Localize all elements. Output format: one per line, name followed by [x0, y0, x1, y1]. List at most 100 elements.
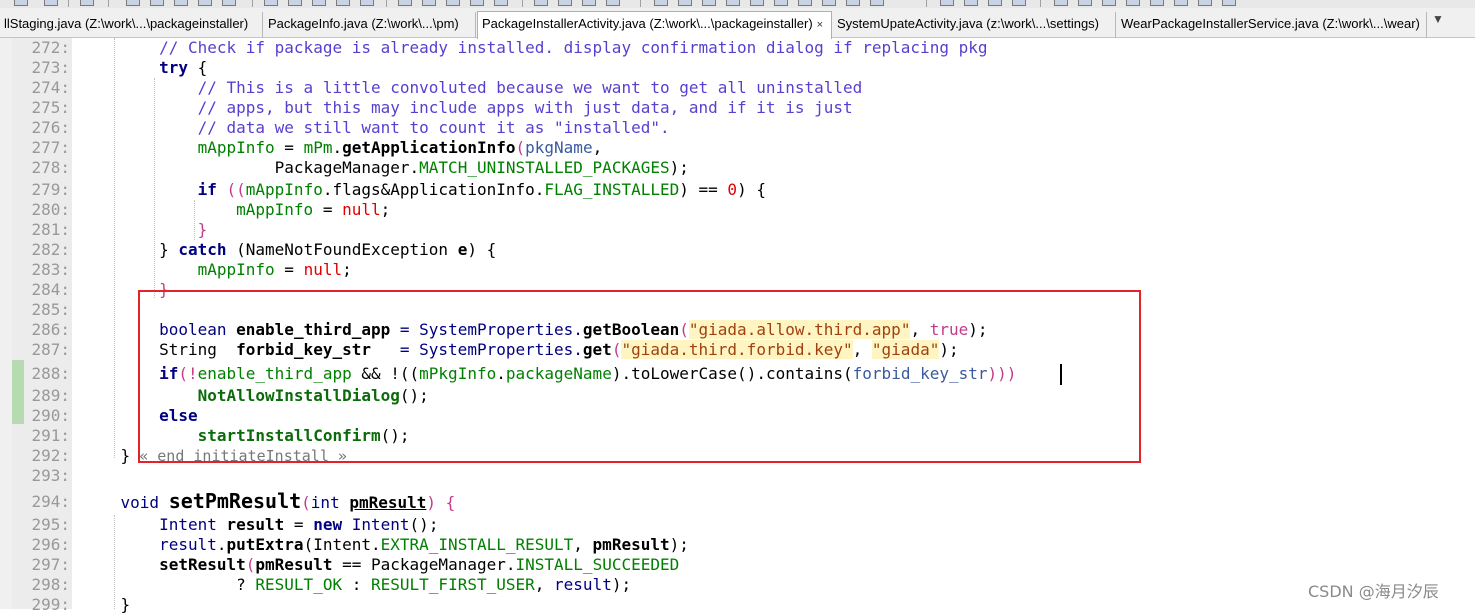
toolbar-icon[interactable] [870, 0, 884, 6]
toolbar-icon[interactable] [678, 0, 692, 6]
toolbar-icon[interactable] [1126, 0, 1140, 6]
toolbar-icon[interactable] [702, 0, 716, 6]
toolbar-icon[interactable] [654, 0, 668, 6]
toolbar-icon[interactable] [470, 0, 484, 6]
toolbar-icon[interactable] [422, 0, 436, 6]
toolbar-icon[interactable] [1198, 0, 1212, 6]
code-line: // Check if package is already installed… [82, 38, 987, 58]
toolbar-separator [68, 0, 69, 7]
line-number: 282: [31, 240, 70, 259]
code-line: void setPmResult(int pmResult) { [82, 488, 456, 516]
toolbar-icon[interactable] [312, 0, 326, 6]
code-text: (Intent. [303, 535, 381, 554]
tab-wearpackageinstallerservice[interactable]: WearPackageInstallerService.java (Z:\wor… [1117, 12, 1427, 38]
toolbar-icon[interactable] [1078, 0, 1092, 6]
toolbar-icon[interactable] [80, 0, 94, 6]
toolbar-icon[interactable] [606, 0, 620, 6]
code-text: ); [611, 575, 632, 594]
toolbar-icon[interactable] [288, 0, 302, 6]
toolbar-icon[interactable] [846, 0, 860, 6]
line-number: 293: [31, 466, 70, 485]
toolbar [0, 0, 1475, 8]
code-number: 0 [727, 180, 738, 199]
tab-packageinfo[interactable]: PackageInfo.java (Z:\work\...\pm) [264, 12, 476, 38]
toolbar-icon[interactable] [150, 0, 164, 6]
toolbar-icon[interactable] [336, 0, 350, 6]
toolbar-icon[interactable] [174, 0, 188, 6]
toolbar-icon[interactable] [774, 0, 788, 6]
toolbar-separator [1040, 0, 1041, 7]
toolbar-icon[interactable] [750, 0, 764, 6]
toolbar-icon[interactable] [1102, 0, 1116, 6]
tab-label: PackageInstallerActivity.java (Z:\work\.… [482, 16, 813, 31]
code-text: PackageManager. [274, 158, 420, 177]
toolbar-icon[interactable] [1150, 0, 1164, 6]
toolbar-icon[interactable] [1054, 0, 1068, 6]
toolbar-icon[interactable] [534, 0, 548, 6]
code-line: } catch (NameNotFoundException e) { [82, 240, 496, 260]
code-comment: // This is a little convoluted because w… [197, 78, 863, 97]
code-field: EXTRA_INSTALL_RESULT [380, 535, 574, 554]
toolbar-icon[interactable] [398, 0, 412, 6]
code-text: ) { [467, 240, 497, 259]
code-field: mAppInfo [245, 180, 323, 199]
toolbar-separator [926, 0, 927, 7]
toolbar-icon[interactable] [1174, 0, 1188, 6]
toolbar-icon[interactable] [44, 0, 58, 6]
code-text: , [592, 138, 603, 157]
code-brace: } [120, 446, 131, 465]
toolbar-icon[interactable] [446, 0, 460, 6]
toolbar-icon[interactable] [360, 0, 374, 6]
toolbar-icon[interactable] [1222, 0, 1236, 6]
code-keyword: new [313, 515, 343, 534]
tab-label: llStaging.java (Z:\work\...\packageinsta… [4, 16, 249, 31]
code-paren: (( [216, 180, 246, 199]
toolbar-icon[interactable] [558, 0, 572, 6]
code-line: if ((mAppInfo.flags&ApplicationInfo.FLAG… [82, 180, 766, 200]
code-method: getApplicationInfo [342, 138, 516, 157]
toolbar-icon[interactable] [198, 0, 212, 6]
code-text: . [332, 138, 343, 157]
code-variable: result [159, 535, 217, 554]
line-number: 278: [31, 158, 70, 177]
code-line: Intent result = new Intent(); [82, 515, 438, 535]
toolbar-icon[interactable] [798, 0, 812, 6]
toolbar-icon[interactable] [264, 0, 278, 6]
toolbar-icon[interactable] [582, 0, 596, 6]
tab-systemupateactivity[interactable]: SystemUpateActivity.java (z:\work\...\se… [833, 12, 1116, 38]
line-number: 277: [31, 138, 70, 157]
code-line: // apps, but this may include apps with … [82, 98, 853, 118]
toolbar-icon[interactable] [222, 0, 236, 6]
toolbar-icon[interactable] [964, 0, 978, 6]
close-icon[interactable]: × [817, 19, 823, 31]
line-number: 272: [31, 38, 70, 57]
toolbar-icon[interactable] [14, 0, 28, 6]
code-line: mAppInfo = null; [82, 260, 352, 280]
line-number: 281: [31, 220, 70, 239]
annotation-highlight-box [138, 290, 1141, 463]
toolbar-icon[interactable] [988, 0, 1002, 6]
toolbar-icon[interactable] [126, 0, 140, 6]
toolbar-icon[interactable] [726, 0, 740, 6]
code-field: mPm [303, 138, 333, 157]
line-number: 274: [31, 78, 70, 97]
toolbar-icon[interactable] [1012, 0, 1026, 6]
code-text: = [313, 200, 343, 219]
code-text: (NameNotFoundException [226, 240, 458, 259]
toolbar-icon[interactable] [822, 0, 836, 6]
code-text: = [274, 260, 304, 279]
line-number: 291: [31, 426, 70, 445]
line-number: 297: [31, 555, 70, 574]
code-text: { [187, 58, 208, 77]
tab-label: WearPackageInstallerService.java (Z:\wor… [1121, 16, 1420, 31]
code-field: mAppInfo [236, 200, 314, 219]
toolbar-icon[interactable] [940, 0, 954, 6]
tab-packageinstalleractivity[interactable]: PackageInstallerActivity.java (Z:\work\.… [477, 11, 832, 39]
tab-llstaging[interactable]: llStaging.java (Z:\work\...\packageinsta… [0, 12, 263, 38]
chevron-down-icon[interactable]: ▼ [1432, 12, 1444, 26]
toolbar-icon[interactable] [494, 0, 508, 6]
code-method-declaration: setPmResult [168, 489, 302, 513]
